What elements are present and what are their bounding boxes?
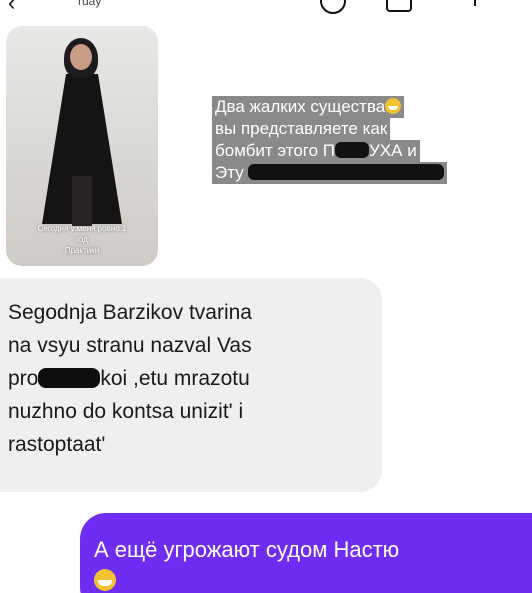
story-caption: Сегодня у меня ровно 1 год Практики <box>6 223 158 256</box>
message-line: na vsyu stranu nazval Vas <box>8 334 252 357</box>
quoted-line: вы представляете как <box>212 118 391 140</box>
grinning-face-icon <box>385 98 402 114</box>
outgoing-message-text: А ещё угрожают судом Настю <box>94 535 532 593</box>
redaction-scribble <box>248 164 445 180</box>
redaction-scribble <box>335 142 370 158</box>
quoted-line: Два жалких существа <box>212 96 405 118</box>
video-call-icon[interactable] <box>386 0 412 12</box>
quoted-line-text: Два жалких существа <box>215 97 386 116</box>
incoming-message-bubble[interactable]: Segodnja Barzikov tvarina na vsyu stranu… <box>0 278 382 492</box>
message-line: rastoptaat' <box>8 433 106 456</box>
grinning-face-icon <box>94 569 116 591</box>
story-photo-legs <box>72 176 92 226</box>
message-fragment: А ещё угрожают судом Настю <box>94 537 400 562</box>
contact-name[interactable]: ruay <box>78 0 101 8</box>
story-caption-line: Сегодня у меня ровно 1 <box>37 224 127 233</box>
quoted-line-text: УХА и <box>369 141 417 160</box>
outgoing-message-bubble[interactable]: А ещё угрожают судом Настю <box>80 513 532 593</box>
message-line: nuzhno do kontsa unizit' i <box>8 400 244 423</box>
flag-icon[interactable] <box>474 0 476 6</box>
message-line: Segodnja Barzikov tvarina <box>8 301 252 324</box>
chat-header: ‹ ruay <box>0 0 532 18</box>
back-arrow-icon[interactable]: ‹ <box>8 0 15 16</box>
quoted-line: Эту <box>212 162 448 184</box>
dm-conversation-screen: ‹ ruay Сегодня у меня ровно 1 год Практи… <box>0 0 532 593</box>
audio-call-icon[interactable] <box>320 0 346 14</box>
story-quoted-text: Два жалких существа вы представляете как… <box>212 96 524 184</box>
story-caption-line: год <box>76 235 88 244</box>
message-line: pro koi ,etu mrazotu <box>8 362 374 395</box>
message-fragment: koi ,etu mrazotu <box>100 367 250 390</box>
message-fragment: pro <box>8 367 39 390</box>
quoted-line-text: бомбит этого П <box>215 141 336 160</box>
story-reply-thumbnail[interactable]: Сегодня у меня ровно 1 год Практики <box>6 26 158 266</box>
story-caption-line: Практики <box>64 246 100 255</box>
story-photo-face <box>70 44 92 70</box>
quoted-line-text: Эту <box>215 163 244 182</box>
incoming-message-text: Segodnja Barzikov tvarina na vsyu stranu… <box>8 296 374 461</box>
quoted-line: бомбит этого П УХА и <box>212 140 420 162</box>
redaction-scribble <box>38 368 101 388</box>
